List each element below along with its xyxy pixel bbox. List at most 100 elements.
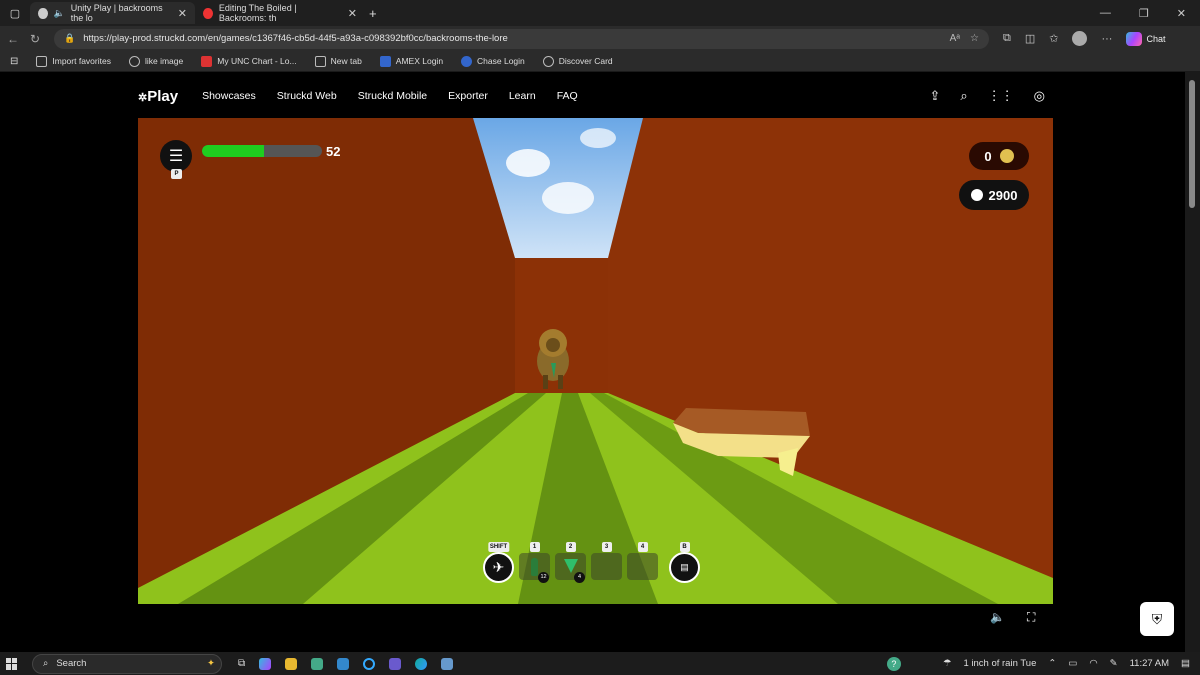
extensions-icon[interactable]: ⧉ — [1003, 32, 1011, 45]
bookmark-label: My UNC Chart - Lo... — [217, 56, 297, 66]
profile-avatar[interactable] — [1072, 31, 1088, 46]
bookmark-amex[interactable]: AMEX Login — [379, 55, 443, 67]
close-window-icon[interactable]: ✕ — [1177, 7, 1186, 20]
edge-icon[interactable] — [415, 657, 428, 670]
hotbar-slot-2[interactable]: 2 4 — [555, 542, 586, 583]
chat-app-icon[interactable] — [389, 657, 402, 670]
store-icon[interactable] — [311, 657, 324, 670]
photos-icon[interactable] — [337, 657, 350, 670]
health-bar — [202, 145, 322, 157]
copilot-icon — [1126, 31, 1143, 46]
notes-icon[interactable] — [441, 657, 454, 670]
account-icon[interactable]: ◎ — [1034, 88, 1045, 104]
favorites-icon[interactable]: ✩ — [1049, 32, 1058, 45]
nav-learn[interactable]: Learn — [509, 90, 536, 102]
key-hint: 2 — [565, 542, 576, 552]
windows-taskbar: ⌕ Search ✦ ⧉ ? ☂ 1 inch of rain Tue ⌃ ▭ … — [0, 652, 1200, 675]
favorite-star-icon[interactable]: ☆ — [970, 33, 979, 44]
copilot-sparkle-icon: ✦ — [207, 658, 215, 669]
nav-showcases[interactable]: Showcases — [202, 90, 256, 102]
bookmark-new-tab[interactable]: New tab — [314, 55, 362, 67]
fullscreen-icon[interactable]: ⛶ — [1027, 610, 1035, 625]
taskbar-search[interactable]: ⌕ Search ✦ — [32, 653, 222, 674]
chat-label: Chat — [1146, 33, 1166, 44]
close-icon[interactable]: ✕ — [178, 7, 187, 20]
tab-unity-play[interactable]: 🔈 Unity Play | backrooms the lo ✕ — [30, 2, 195, 24]
logo-text: Play — [147, 87, 179, 105]
bookmark-label: New tab — [330, 56, 362, 66]
weather-text[interactable]: 1 inch of rain Tue — [963, 658, 1036, 669]
play-logo[interactable]: ✲Play — [138, 88, 178, 105]
windows-start-icon[interactable] — [6, 657, 18, 670]
restore-icon[interactable]: ❐ — [1139, 7, 1149, 20]
game-canvas[interactable]: ☰ P 52 0 2900 SHIFT ✈ 1 12 2 4 3 4 B ▤ — [138, 118, 1053, 604]
file-explorer-icon[interactable] — [285, 657, 298, 670]
bookmark-discover[interactable]: Discover Card — [542, 55, 613, 67]
back-icon[interactable]: ← — [2, 32, 24, 46]
nav-struckd-mobile[interactable]: Struckd Mobile — [358, 90, 427, 102]
notifications-icon[interactable]: ▤ — [1181, 658, 1190, 669]
read-aloud-icon[interactable]: Aᵃ — [950, 33, 960, 44]
minimize-icon[interactable]: — — [1100, 7, 1111, 20]
tab-icon — [314, 55, 326, 67]
item-count: 4 — [574, 572, 585, 583]
wifi-icon[interactable]: ◠ — [1089, 658, 1097, 669]
logo-mark-icon: ✲ — [138, 91, 148, 104]
bookmark-unc-chart[interactable]: My UNC Chart - Lo... — [201, 55, 297, 67]
hotbar-slot-sprint[interactable]: SHIFT ✈ — [483, 542, 514, 583]
item-count: 12 — [538, 572, 549, 583]
close-icon[interactable]: ✕ — [348, 7, 357, 20]
nav-struckd-web[interactable]: Struckd Web — [277, 90, 337, 102]
sidebar-toggle-icon[interactable]: ⊟ — [10, 56, 18, 67]
more-icon[interactable]: ··· — [1101, 33, 1112, 45]
site-nav: ✲Play Showcases Struckd Web Struckd Mobi… — [138, 84, 1053, 108]
web-page: ✲Play Showcases Struckd Web Struckd Mobi… — [0, 72, 1185, 652]
speaker-icon[interactable]: 🔈 — [54, 8, 65, 19]
coin-icon — [999, 149, 1014, 163]
health-fill — [202, 145, 265, 157]
sprint-icon: ✈ — [483, 552, 514, 583]
bookmark-chase[interactable]: Chase Login — [461, 55, 525, 67]
address-bar[interactable]: 🔒 https://play-prod.struckd.com/en/games… — [54, 28, 989, 49]
volume-icon[interactable]: 🔈 — [990, 610, 1005, 625]
tray-chevron-icon[interactable]: ⌃ — [1048, 658, 1056, 669]
shop-icon: ▤ — [669, 552, 700, 583]
refresh-icon[interactable]: ↻ — [24, 32, 46, 46]
key-hint: 4 — [637, 542, 648, 552]
display-icon[interactable]: ▭ — [1068, 658, 1077, 669]
nav-faq[interactable]: FAQ — [557, 90, 578, 102]
globe-icon — [128, 55, 140, 67]
tab-title: Unity Play | backrooms the lo — [70, 3, 163, 23]
split-screen-icon[interactable]: ◫ — [1025, 32, 1035, 45]
hotbar-slot-shop[interactable]: B ▤ — [669, 542, 700, 583]
copilot-app-icon[interactable] — [259, 657, 272, 670]
hotbar: SHIFT ✈ 1 12 2 4 3 4 B ▤ — [483, 542, 700, 583]
nav-exporter[interactable]: Exporter — [448, 90, 488, 102]
tab-actions-icon[interactable]: ▢ — [0, 7, 30, 20]
apps-grid-icon[interactable]: ⋮⋮ — [988, 88, 1014, 104]
task-view-icon[interactable]: ⧉ — [238, 658, 245, 670]
hamburger-menu-button[interactable]: ☰ — [160, 140, 192, 172]
pen-icon[interactable]: ✎ — [1110, 658, 1118, 669]
bookmarks-bar: ⊟ Import favorites like image My UNC Cha… — [0, 51, 1200, 72]
bookmark-import-favorites[interactable]: Import favorites — [36, 55, 111, 67]
bookmark-like-image[interactable]: like image — [128, 55, 183, 67]
search-icon[interactable]: ⌕ — [960, 88, 967, 104]
share-icon[interactable]: ⇪ — [929, 88, 940, 104]
tab-editing[interactable]: Editing The Boiled | Backrooms: th ✕ — [195, 2, 365, 24]
address-row: ← ↻ 🔒 https://play-prod.struckd.com/en/g… — [0, 26, 1200, 51]
cortana-icon[interactable] — [363, 657, 376, 670]
security-shield-button[interactable]: ⛨ — [1140, 602, 1174, 636]
scrollbar-thumb[interactable] — [1189, 80, 1195, 208]
chart-icon — [201, 55, 213, 67]
hotbar-slot-3[interactable]: 3 — [591, 542, 622, 580]
clock-time[interactable]: 11:27 AM — [1130, 658, 1169, 669]
key-hint: SHIFT — [487, 542, 510, 552]
new-tab-button[interactable]: + — [369, 6, 377, 21]
help-icon[interactable]: ? — [886, 656, 901, 671]
crystal-icon — [564, 559, 578, 573]
copilot-chat-button[interactable]: Chat — [1126, 31, 1166, 46]
hotbar-slot-1[interactable]: 1 12 — [519, 542, 550, 583]
page-scrollbar[interactable] — [1185, 72, 1200, 652]
hotbar-slot-4[interactable]: 4 — [627, 542, 658, 580]
